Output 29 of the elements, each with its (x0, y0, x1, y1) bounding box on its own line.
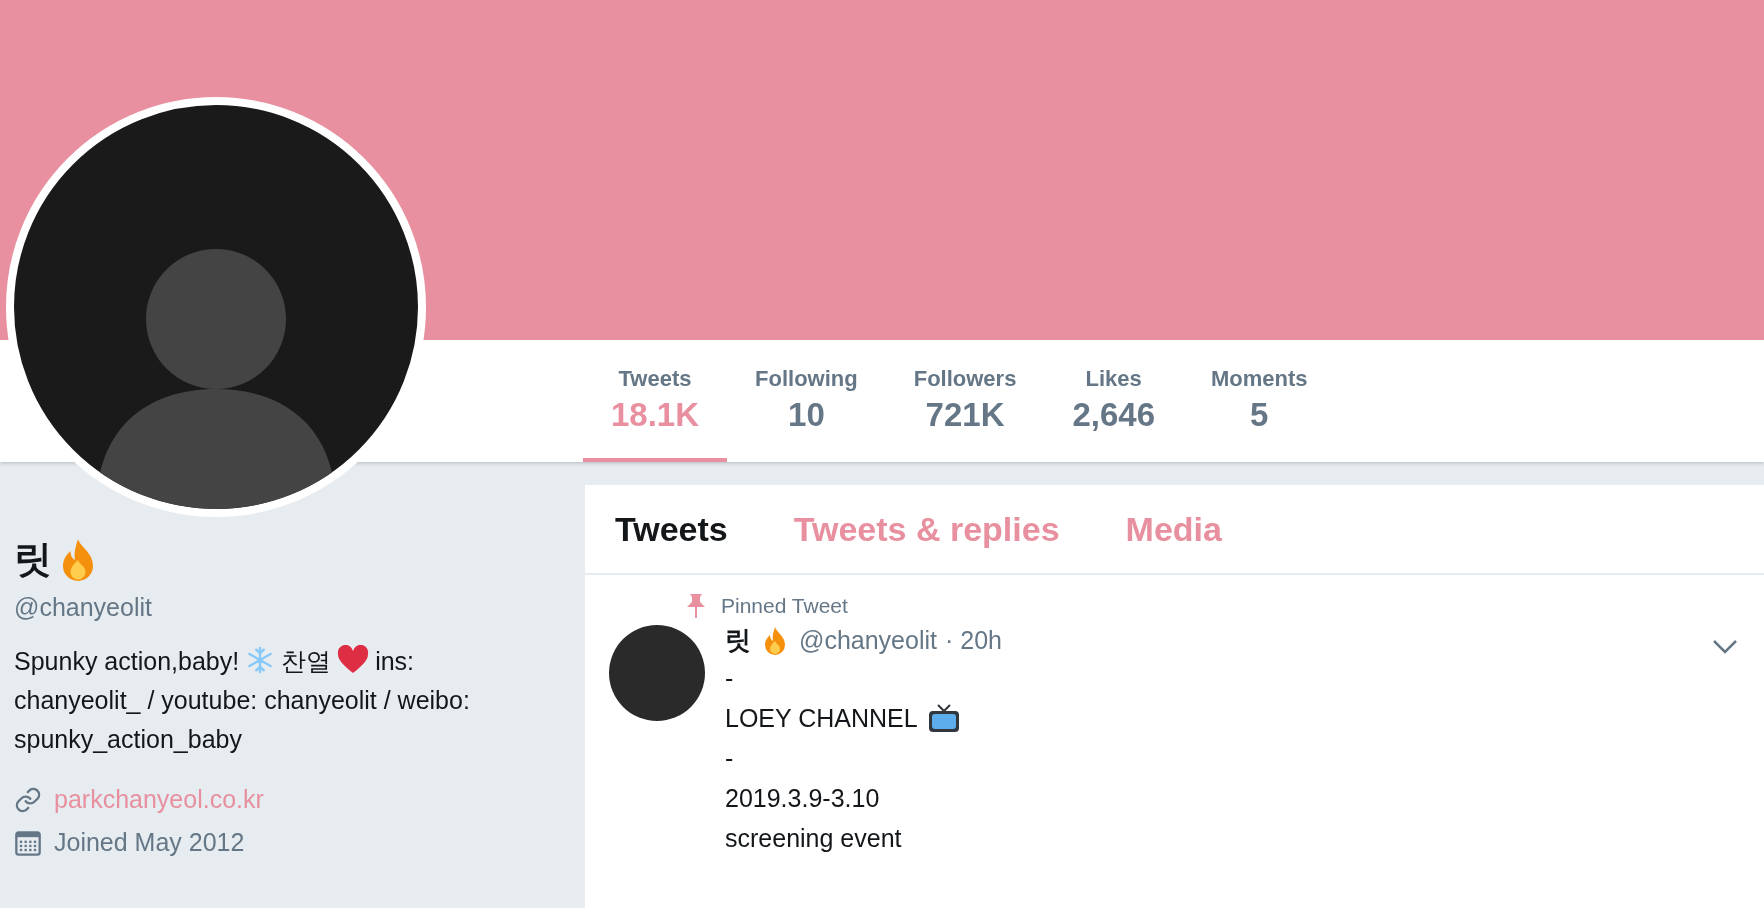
stat-tab[interactable]: Likes 2,646 (1044, 340, 1183, 462)
bio-text: 찬열 (281, 647, 332, 675)
stat-tab[interactable]: Tweets 18.1K (583, 340, 728, 462)
tweet-author-name[interactable]: 릿 (725, 623, 751, 658)
stat-tab[interactable]: Moments 5 (1183, 340, 1336, 462)
tweet-author-handle[interactable]: @chanyeolit (799, 626, 937, 655)
tweet-text: screening event (725, 823, 902, 854)
stat-tab[interactable]: Followers 721K (885, 340, 1045, 462)
tweet-time[interactable]: · 20h (944, 626, 1002, 655)
profile-name: 릿 (14, 537, 52, 582)
calendar-icon (14, 828, 42, 857)
heart-icon (337, 645, 370, 675)
bio-text: chanyeolit_ / youtube: chanyeolit / weibo: spunky_action_baby (14, 685, 471, 755)
tweet-text: - (725, 743, 734, 774)
timeline-tab[interactable]: Tweets (615, 509, 728, 549)
tweet-text: 2019.3.9-3.10 (725, 783, 880, 814)
link-icon (14, 785, 42, 814)
bio-text: ins: (375, 647, 415, 675)
joined-date: Joined May 2012 (54, 828, 245, 857)
tv-icon (927, 702, 960, 734)
bio-text: Spunky action,baby! (14, 647, 240, 675)
pinned-label: Pinned Tweet (721, 594, 848, 618)
timeline-tab[interactable]: Media (1125, 509, 1222, 549)
pin-icon (685, 593, 707, 619)
tweet-text: LOEY CHANNEL (725, 703, 918, 734)
profile-handle: @chanyeolit (14, 593, 153, 622)
stat-tab[interactable]: Following 10 (727, 340, 886, 462)
tweet-text: - (725, 663, 734, 694)
timeline-tab[interactable]: Tweets & replies (793, 509, 1060, 549)
